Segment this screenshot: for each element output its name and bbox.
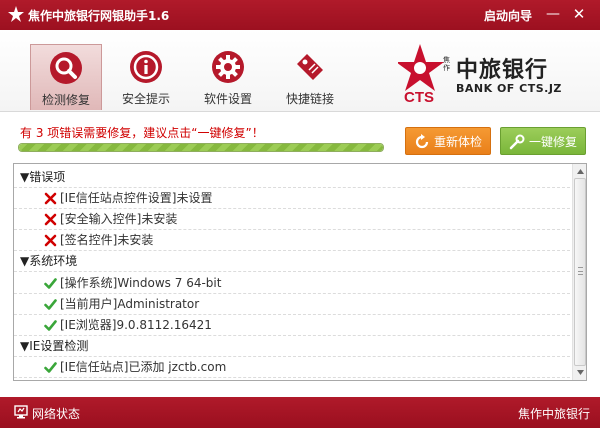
bank-city: 焦作 (443, 56, 450, 72)
item-label: [IE信任站点]已添加 jzctb.com (60, 359, 227, 374)
tag-icon (297, 54, 323, 80)
list-item: [安全输入控件]未安装 (14, 209, 570, 231)
list-item: [当前用户]Administrator (14, 294, 570, 315)
list-item: [操作系统]Windows 7 64-bit (14, 273, 570, 294)
list-item: [IE信任站点]已添加 jzctb.com (14, 357, 570, 378)
tab-label: 软件设置 (203, 92, 252, 106)
group-label: ▼错误项 (20, 170, 66, 184)
check-icon (44, 298, 57, 310)
scroll-grip-icon (578, 267, 583, 275)
tab-label: 检测修复 (41, 93, 90, 107)
check-icon (44, 277, 57, 289)
scroll-thumb[interactable] (574, 178, 586, 366)
scan-message: 有 3 项错误需要修复，建议点击“一键修复”！ (20, 126, 264, 140)
results-scrollbar[interactable] (572, 164, 586, 380)
wrench-icon (509, 134, 525, 150)
group-header[interactable]: ▼系统环境 (14, 251, 570, 273)
scan-progress-bar (18, 143, 384, 152)
progress-fill (19, 144, 383, 151)
network-status-link[interactable]: 网络状态 (32, 405, 80, 422)
item-label: [安全输入控件]未安装 (60, 212, 178, 227)
status-bar: 网络状态 焦作中旅银行 (0, 397, 600, 428)
group-label: ▼IE设置检测 (20, 338, 89, 353)
recheck-button[interactable]: 重新体检 (405, 127, 491, 155)
item-label: [操作系统]Windows 7 64-bit (60, 275, 222, 290)
tab-quick-links[interactable]: 快捷链接 (274, 44, 346, 110)
check-icon (44, 362, 57, 373)
list-item: [IE信任站点控件设置]未设置 (14, 188, 570, 210)
main-toolbar: 检测修复 安全提示 软件设置 快捷链接 CTS 焦作 中旅银行 BANK OF … (0, 30, 600, 112)
group-header[interactable]: ▼错误项 (14, 167, 570, 188)
item-label: [IE信任站点控件设置]未设置 (60, 191, 213, 206)
scroll-down-icon[interactable] (576, 368, 585, 377)
one-click-fix-button[interactable]: 一键修复 (500, 127, 586, 155)
cts-logo-icon (8, 6, 24, 22)
network-status-icon (14, 405, 28, 419)
title-bar: 焦作中旅银行网银助手1.6 启动向导 — ✕ (0, 0, 600, 30)
bank-logo-text: CTS (404, 89, 434, 106)
bank-name-en: BANK OF CTS.JZ (456, 82, 562, 95)
magnifier-icon (50, 52, 82, 84)
minimize-button[interactable]: — (544, 5, 562, 23)
list-item: [签名控件]未安装 (14, 230, 570, 252)
error-x-icon (44, 192, 57, 205)
startup-guide-link[interactable]: 启动向导 (484, 7, 532, 24)
tab-detect-repair[interactable]: 检测修复 (30, 44, 102, 110)
group-header[interactable]: ▼IE设置检测 (14, 336, 570, 357)
item-label: [当前用户]Administrator (60, 296, 200, 311)
gear-icon (212, 51, 244, 83)
results-list[interactable]: ▼错误项 [IE信任站点控件设置]未设置 [安全输入控件]未安装 [签名控件]未安装 ▼… (13, 163, 587, 381)
refresh-icon (415, 134, 429, 149)
group-label: ▼系统环境 (20, 254, 78, 269)
item-label: [IE浏览器]9.0.8112.16421 (60, 317, 212, 332)
list-item: [IE浏览器]9.0.8112.16421 (14, 315, 570, 336)
info-icon (130, 51, 162, 83)
error-x-icon (44, 234, 57, 247)
bank-name-cn: 中旅银行 (456, 57, 549, 83)
check-icon (44, 319, 57, 331)
tab-label: 安全提示 (121, 92, 170, 106)
close-button[interactable]: ✕ (570, 5, 588, 23)
tab-security-tips[interactable]: 安全提示 (110, 44, 182, 110)
tab-label: 快捷链接 (285, 92, 334, 106)
scroll-up-icon[interactable] (576, 167, 585, 176)
footer-brand: 焦作中旅银行 (518, 407, 591, 421)
item-label: [签名控件]未安装 (60, 233, 154, 248)
error-x-icon (44, 213, 57, 226)
window-title: 焦作中旅银行网银助手1.6 (28, 9, 170, 23)
tab-software-settings[interactable]: 软件设置 (192, 44, 264, 110)
